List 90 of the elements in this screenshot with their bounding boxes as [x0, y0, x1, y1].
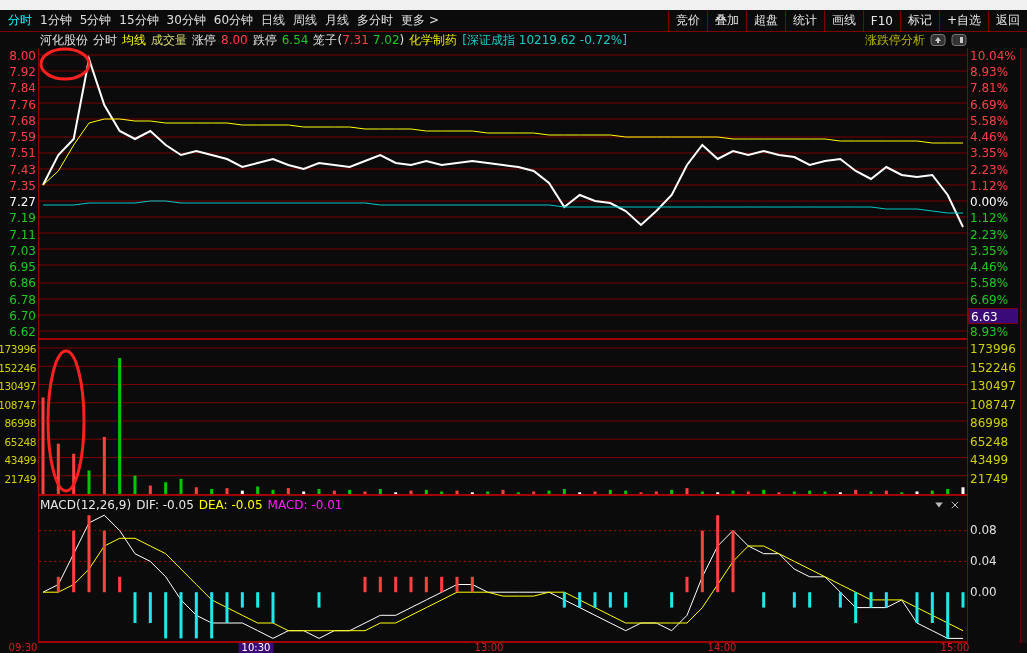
percent-tick: 1.12% [970, 177, 1009, 195]
volume-tick: 21749 [4, 471, 36, 487]
average-label: 均线 [122, 32, 146, 48]
volume-tick: 108747 [0, 397, 36, 413]
time-tick: 14:00 [706, 643, 738, 653]
percent-tick: 10.04% [970, 48, 1016, 65]
price-tick: 7.51 [9, 145, 36, 162]
macd-title: MACD(12,26,9) [40, 498, 132, 512]
cage-high-value: 7.31 [342, 32, 369, 48]
period-tab[interactable]: 60分钟 [209, 10, 258, 31]
percent-tick: 5.58% [970, 112, 1009, 130]
limit-up-value: 8.00 [221, 32, 248, 48]
dea-value: DEA: -0.05 [198, 498, 263, 512]
cage-low-value: 7.02 [372, 32, 400, 48]
volume-tick: 130497 [970, 378, 1016, 396]
percent-tick: 8.93% [970, 324, 1009, 341]
price-tick: 7.84 [9, 80, 36, 97]
period-tab[interactable]: 5分钟 [75, 10, 116, 31]
percent-tick: 3.35% [970, 242, 1009, 260]
stock-name: 河化股份 [40, 32, 88, 48]
macd-tick: 0.00 [970, 584, 997, 602]
percent-tick: 1.12% [970, 210, 1009, 227]
price-tick: 6.86 [9, 275, 36, 292]
limit-analysis-link[interactable]: 涨跌停分析 [865, 32, 925, 48]
macd-tick: 0.08 [970, 522, 997, 540]
price-tick: 7.43 [9, 161, 36, 178]
period-tab[interactable]: 15分钟 [115, 10, 163, 31]
cage-bracket: ) [399, 32, 405, 48]
volume-tick: 130497 [0, 379, 36, 395]
dif-value: DIF: -0.05 [136, 498, 194, 512]
index-quote: [深证成指 10219.62 -0.72%] [462, 32, 627, 48]
price-tick: 6.78 [9, 291, 36, 308]
volume-tick: 65248 [4, 434, 36, 450]
price-tick: 6.95 [9, 259, 36, 276]
volume-tick: 65248 [970, 433, 1009, 451]
volume-tick: 86998 [4, 416, 36, 432]
volume-tick: 108747 [970, 396, 1016, 414]
percent-tick: 6.69% [970, 96, 1009, 113]
price-tick: 7.76 [9, 96, 36, 113]
period-tab[interactable]: 多分时 [353, 10, 398, 31]
percent-tick: 5.58% [970, 275, 1009, 292]
view-label: 分时 [93, 32, 117, 48]
volume-tick: 173996 [0, 342, 36, 357]
limit-down-label: 跌停 [252, 32, 277, 48]
percent-tick: 4.46% [970, 259, 1009, 276]
time-tick: 13:00 [473, 643, 505, 653]
cage-label: 笼子( [313, 32, 343, 48]
price-tick: 6.70 [9, 307, 36, 324]
macd-tick: 0.04 [970, 553, 997, 571]
percent-tick: 2.23% [970, 226, 1009, 243]
volume-tick: 43499 [970, 452, 1009, 470]
percent-tick: 6.69% [970, 291, 1009, 308]
period-tab[interactable]: 30分钟 [162, 10, 210, 31]
volume-tick: 86998 [970, 415, 1009, 433]
period-tab[interactable]: 月线 [321, 10, 354, 31]
cursor-price: 6.63 [968, 307, 1018, 324]
volume-tick: 43499 [4, 453, 36, 469]
percent-tick: 8.93% [970, 64, 1009, 81]
time-tick: 15:00 [939, 643, 971, 653]
time-tick: 09:30 [7, 643, 39, 653]
period-tab[interactable]: 更多 > [397, 10, 443, 31]
percent-tick: 2.23% [970, 161, 1009, 178]
volume-tick: 173996 [970, 341, 1016, 358]
price-tick: 7.19 [9, 210, 36, 227]
price-tick: 7.03 [9, 242, 36, 260]
percent-tick: 7.81% [970, 80, 1009, 97]
price-tick: 7.59 [9, 129, 36, 146]
price-tick: 7.27 [9, 194, 36, 211]
percent-tick: 3.35% [970, 145, 1009, 162]
percent-tick: 4.46% [970, 129, 1009, 146]
volume-tick: 152246 [970, 359, 1016, 377]
price-tick: 7.35 [9, 177, 36, 195]
price-tick: 7.11 [9, 226, 36, 243]
price-tick: 8.00 [9, 48, 36, 65]
sector-label: 化学制药 [409, 32, 458, 48]
price-tick: 7.68 [9, 112, 36, 130]
macd-value: MACD: -0.01 [267, 498, 343, 512]
period-tab[interactable]: 1分钟 [36, 10, 76, 31]
volume-tick: 152246 [0, 360, 36, 376]
period-tab[interactable]: 日线 [257, 10, 290, 31]
price-tick: 6.62 [9, 324, 36, 341]
price-tick: 7.92 [9, 64, 36, 81]
percent-tick: 0.00% [970, 194, 1009, 211]
limit-up-label: 涨停 [192, 32, 216, 48]
limit-down-value: 6.54 [281, 32, 309, 48]
volume-label: 成交量 [151, 32, 187, 48]
period-tab[interactable]: 周线 [289, 10, 322, 31]
volume-tick: 21749 [970, 470, 1009, 488]
period-tab[interactable]: 分时 [4, 10, 36, 31]
time-tick: 10:30 [238, 643, 274, 653]
